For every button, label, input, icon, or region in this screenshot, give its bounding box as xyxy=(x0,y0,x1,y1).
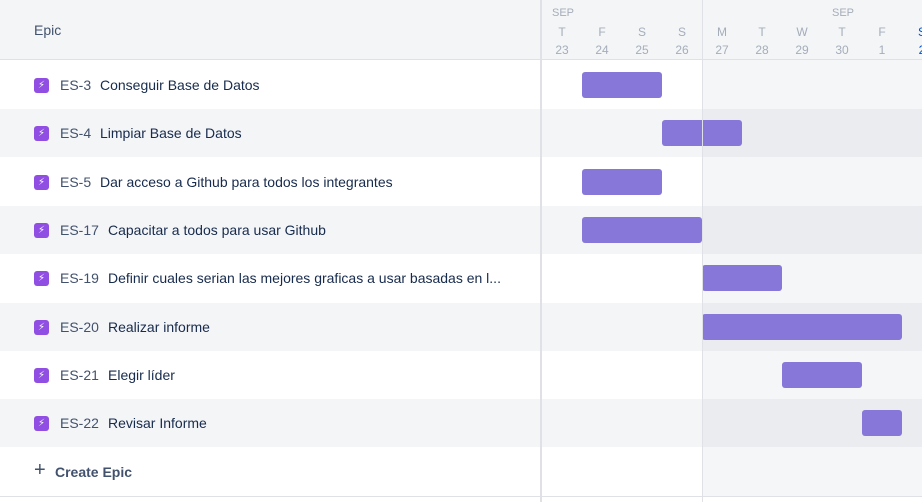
epic-row[interactable]: ⚡ ES-17 Capacitar a todos para usar Github xyxy=(0,206,540,254)
day-of-month-label: 28 xyxy=(755,43,769,57)
epic-key[interactable]: ES-21 xyxy=(60,367,99,383)
epic-key[interactable]: ES-19 xyxy=(60,270,99,286)
epic-summary[interactable]: Capacitar a todos para usar Github xyxy=(108,222,326,238)
bottom-divider xyxy=(0,496,922,497)
day-of-week-label: T xyxy=(558,25,566,39)
epic-bar[interactable] xyxy=(582,217,702,243)
lightning-icon: ⚡ xyxy=(34,271,49,286)
epic-list-panel: Epic ⚡ ES-3 Conseguir Base de Datos ⚡ ES-4 Li… xyxy=(0,0,540,502)
epic-key[interactable]: ES-17 xyxy=(60,222,99,238)
epic-bar[interactable] xyxy=(702,265,782,291)
create-epic-label: Create Epic xyxy=(55,464,133,480)
epic-row[interactable]: ⚡ ES-5 Dar acceso a Github para todos los … xyxy=(0,158,540,206)
day-of-week-label: F xyxy=(878,25,886,39)
day-of-month-label: 25 xyxy=(635,43,649,57)
epic-bar[interactable] xyxy=(582,169,662,195)
lightning-icon: ⚡ xyxy=(34,126,49,141)
day-of-week-label: T xyxy=(758,25,766,39)
epic-row[interactable]: ⚡ ES-21 Elegir líder xyxy=(0,351,540,399)
epic-column-title: Epic xyxy=(34,22,62,38)
day-of-week-label: F xyxy=(598,25,606,39)
epic-key[interactable]: ES-5 xyxy=(60,174,91,190)
lightning-icon: ⚡ xyxy=(34,223,49,238)
lightning-icon: ⚡ xyxy=(34,368,49,383)
epic-summary[interactable]: Definir cuales serian las mejores grafic… xyxy=(108,270,501,286)
day-of-month-label: 1 xyxy=(878,43,886,57)
epic-key[interactable]: ES-3 xyxy=(60,77,91,93)
epic-row[interactable]: ⚡ ES-3 Conseguir Base de Datos xyxy=(0,61,540,109)
epic-row[interactable]: ⚡ ES-4 Limpiar Base de Datos xyxy=(0,109,540,157)
epic-key[interactable]: ES-4 xyxy=(60,125,91,141)
day-of-week-label: S xyxy=(637,25,646,39)
timeline-header: SEP SEP T 23 F 24 S 25 S 26 M 27 T 28 W 29 T 30 F 1 S 2 xyxy=(542,0,922,60)
epic-bar[interactable] xyxy=(782,362,862,388)
epic-summary[interactable]: Realizar informe xyxy=(108,319,210,335)
create-epic-button[interactable]: + Create Epic xyxy=(0,448,540,496)
lightning-icon: ⚡ xyxy=(34,78,49,93)
lightning-icon: ⚡ xyxy=(34,416,49,431)
timeline-panel: SEP SEP T 23 F 24 S 25 S 26 M 27 T 28 W 29 T 30 F 1 S 2 xyxy=(542,0,922,502)
day-of-week-label: S xyxy=(917,25,922,39)
epic-bar[interactable] xyxy=(702,314,902,340)
day-of-month-label: 30 xyxy=(835,43,849,57)
day-of-month-label: 24 xyxy=(595,43,609,57)
day-of-week-label: M xyxy=(717,25,727,39)
epic-summary[interactable]: Revisar Informe xyxy=(108,415,207,431)
day-of-month-label: 23 xyxy=(555,43,569,57)
day-of-month-label: 27 xyxy=(715,43,729,57)
lightning-icon: ⚡ xyxy=(34,320,49,335)
day-of-week-label: W xyxy=(796,25,808,39)
day-of-month-label: 29 xyxy=(795,43,809,57)
epic-key[interactable]: ES-22 xyxy=(60,415,99,431)
day-of-month-label: 2 xyxy=(902,43,922,57)
day-of-week-label: T xyxy=(838,25,846,39)
epic-key[interactable]: ES-20 xyxy=(60,319,99,335)
epic-row[interactable]: ⚡ ES-22 Revisar Informe xyxy=(0,399,540,447)
day-of-month-label: 26 xyxy=(675,43,689,57)
month-label: SEP xyxy=(552,7,575,19)
week-separator xyxy=(702,0,703,502)
epic-summary[interactable]: Conseguir Base de Datos xyxy=(100,77,260,93)
lightning-icon: ⚡ xyxy=(34,175,49,190)
epic-summary[interactable]: Elegir líder xyxy=(108,367,175,383)
day-of-week-label: S xyxy=(677,25,686,39)
epic-summary[interactable]: Limpiar Base de Datos xyxy=(100,125,242,141)
epic-column-header: Epic xyxy=(0,0,540,60)
epic-bar[interactable] xyxy=(862,410,902,436)
plus-icon: + xyxy=(34,459,46,481)
month-label: SEP xyxy=(832,7,855,19)
epic-summary[interactable]: Dar acceso a Github para todos los integ… xyxy=(100,174,393,190)
epic-row[interactable]: ⚡ ES-19 Definir cuales serian las mejores … xyxy=(0,254,540,302)
epic-bar[interactable] xyxy=(582,72,662,98)
epic-row[interactable]: ⚡ ES-20 Realizar informe xyxy=(0,303,540,351)
